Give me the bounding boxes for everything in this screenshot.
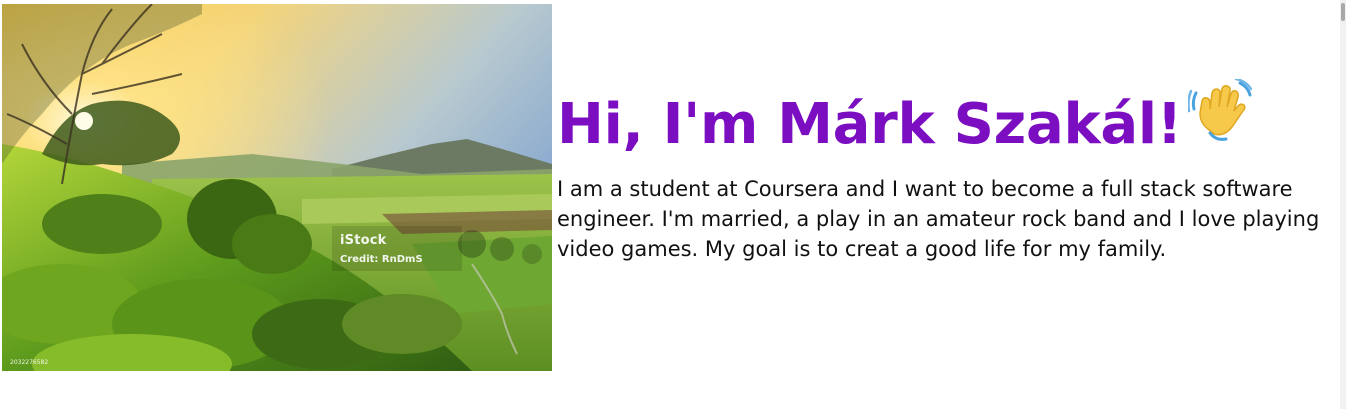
vertical-scrollbar[interactable] — [1340, 0, 1346, 409]
istock-watermark-brand: iStock — [340, 233, 387, 248]
waving-hand-icon — [1187, 78, 1253, 166]
bio-paragraph: I am a student at Coursera and I want to… — [557, 177, 1320, 262]
greeting-heading-text: Hi, I'm Márk Szakál! — [557, 92, 1183, 157]
istock-watermark-credit: Credit: RnDmS — [340, 254, 423, 265]
image-id-label: 2032276582 — [10, 359, 49, 366]
landscape-image — [2, 4, 552, 371]
scrollbar-thumb[interactable] — [1341, 3, 1345, 21]
page: iStock Credit: RnDmS 2032276582 Hi, I'm … — [0, 0, 1346, 409]
greeting-heading: Hi, I'm Márk Szakál! — [557, 78, 1339, 166]
landscape-photo: iStock Credit: RnDmS 2032276582 — [2, 4, 552, 371]
intro-section: Hi, I'm Márk Szakál! I am a student at C… — [557, 78, 1339, 264]
